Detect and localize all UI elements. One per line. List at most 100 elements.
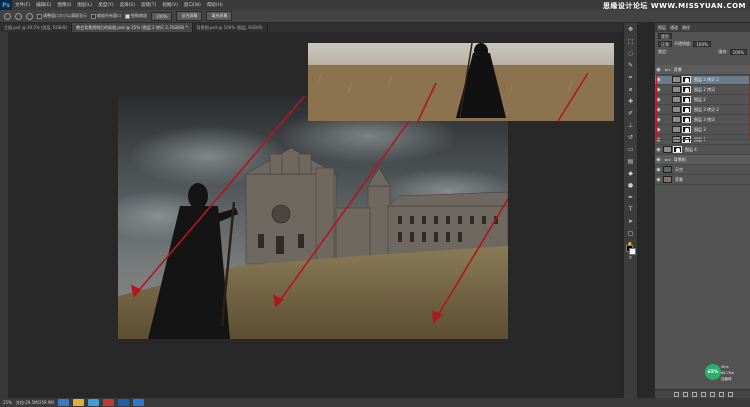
- fx-icon[interactable]: [682, 391, 688, 397]
- zoom-tool-icon[interactable]: [4, 12, 11, 20]
- layer-mask-thumbnail[interactable]: [682, 116, 691, 123]
- taskbar-app-icon[interactable]: [57, 399, 69, 406]
- eye-icon[interactable]: ◉: [655, 137, 662, 143]
- menu-view[interactable]: 视图(V): [159, 2, 181, 8]
- zoom-100-button[interactable]: 100%: [151, 11, 173, 21]
- trash-icon[interactable]: [727, 391, 733, 397]
- tab-channels[interactable]: 通道: [670, 25, 678, 31]
- menu-type[interactable]: 类型(Y): [95, 2, 116, 8]
- layer-mask-thumbnail[interactable]: [673, 146, 682, 153]
- layer-item[interactable]: ◉ 图层 3 拷贝: [655, 115, 750, 125]
- history-brush-icon[interactable]: ↺: [626, 133, 635, 142]
- layer-item[interactable]: ◉ 天空: [655, 165, 750, 175]
- move-tool-icon[interactable]: ✥: [626, 25, 635, 34]
- taskbar-app-icon[interactable]: [117, 399, 129, 406]
- tab-layers[interactable]: 图层: [658, 25, 666, 31]
- crop-tool-icon[interactable]: ⌗: [626, 73, 635, 82]
- layer-thumbnail: [672, 126, 681, 133]
- resize-windows-checkbox[interactable]: 调整窗口大小以满屏显示: [37, 13, 87, 19]
- layer-group-background[interactable]: ◉ ▸▭ 背景: [655, 65, 750, 75]
- zoom-all-windows-checkbox[interactable]: 缩放所有窗口: [91, 13, 121, 19]
- layer-thumbnail: [672, 136, 681, 143]
- eye-icon[interactable]: ◉: [655, 87, 662, 93]
- menu-window[interactable]: 窗口(W): [181, 2, 204, 8]
- eye-icon[interactable]: ◉: [655, 127, 662, 133]
- main-document-canvas[interactable]: [118, 96, 508, 339]
- menu-image[interactable]: 图像(I): [54, 2, 74, 8]
- zoom-readout[interactable]: 25%: [3, 400, 12, 405]
- menu-help[interactable]: 帮助(H): [204, 2, 226, 8]
- eye-icon[interactable]: ◉: [655, 167, 662, 173]
- layer-mask-thumbnail[interactable]: [682, 86, 691, 93]
- marquee-tool-icon[interactable]: ⬚: [626, 37, 635, 46]
- blend-row: 正常 不透明度: 100%: [655, 40, 750, 48]
- taskbar-app-icon[interactable]: [102, 399, 114, 406]
- eye-icon[interactable]: ◉: [655, 67, 662, 73]
- dodge-tool-icon[interactable]: ●: [626, 181, 635, 190]
- menu-filter[interactable]: 滤镜(T): [138, 2, 159, 8]
- layer-mask-thumbnail[interactable]: [682, 126, 691, 133]
- fit-screen-button[interactable]: 适合屏幕: [176, 11, 203, 21]
- healing-tool-icon[interactable]: ✚: [626, 97, 635, 106]
- fill-field[interactable]: 100%: [729, 49, 747, 55]
- eraser-tool-icon[interactable]: ▭: [626, 145, 635, 154]
- pen-tool-icon[interactable]: ✒: [626, 193, 635, 202]
- blend-mode-select[interactable]: 正常: [658, 41, 672, 47]
- opacity-field[interactable]: 100%: [693, 41, 711, 47]
- fill-screen-button[interactable]: 填充屏幕: [206, 11, 233, 21]
- background-color-swatch[interactable]: [629, 248, 636, 255]
- eye-icon[interactable]: ◉: [655, 117, 662, 123]
- brush-tool-icon[interactable]: ✐: [626, 109, 635, 118]
- menu-select[interactable]: 选择(S): [117, 2, 138, 8]
- tab-church-psd[interactable]: 教会背景透明后的抠图.psd @ 25% (图层 2 拷贝 2, RGB/8) …: [72, 23, 193, 32]
- menu-file[interactable]: 文件(F): [12, 2, 33, 8]
- layer-mask-thumbnail[interactable]: [682, 76, 691, 83]
- layer-item[interactable]: ◉ 背景: [655, 175, 750, 185]
- tab-background-psd[interactable]: 背景图.psd @ 100% (图层, RGB/8): [193, 23, 268, 32]
- stamp-tool-icon[interactable]: ⊥: [626, 121, 635, 130]
- scrubby-zoom-checkbox[interactable]: 细微缩放: [125, 13, 147, 19]
- menu-layer[interactable]: 图层(L): [74, 2, 95, 8]
- eye-icon[interactable]: ◉: [655, 147, 662, 153]
- layer-item[interactable]: ◉ 图层 3: [655, 125, 750, 135]
- new-group-icon[interactable]: [709, 391, 715, 397]
- layer-item[interactable]: ◉ 图层 2 拷贝: [655, 85, 750, 95]
- layer-mask-thumbnail[interactable]: [682, 96, 691, 103]
- layer-item[interactable]: ◉ 图层 1: [655, 135, 750, 145]
- layer-mask-thumbnail[interactable]: [682, 106, 691, 113]
- eye-icon[interactable]: ◉: [655, 77, 662, 83]
- eye-icon[interactable]: ◉: [655, 97, 662, 103]
- layer-item[interactable]: ◉ 图层 2: [655, 95, 750, 105]
- tab-main-psd[interactable]: 主图.psd @ 29.5% (图层, RGB/8): [0, 23, 73, 32]
- speed-badge[interactable]: 65%: [705, 364, 721, 380]
- gradient-tool-icon[interactable]: ▤: [626, 157, 635, 166]
- link-icon[interactable]: [673, 391, 679, 397]
- blur-tool-icon[interactable]: ◆: [626, 169, 635, 178]
- path-select-icon[interactable]: ➤: [626, 217, 635, 226]
- taskbar-app-icon[interactable]: [132, 399, 144, 406]
- shape-tool-icon[interactable]: ▢: [626, 229, 635, 238]
- eye-icon[interactable]: ◉: [655, 177, 662, 183]
- layer-item[interactable]: ◉ 图层 3 拷贝 2: [655, 105, 750, 115]
- new-layer-icon[interactable]: [718, 391, 724, 397]
- eye-icon[interactable]: ◉: [655, 157, 662, 163]
- menu-edit[interactable]: 编辑(E): [33, 2, 54, 8]
- tab-paths[interactable]: 路径: [682, 25, 690, 31]
- taskbar-app-icon[interactable]: [72, 399, 84, 406]
- mask-icon[interactable]: [691, 391, 697, 397]
- background-document-canvas[interactable]: [308, 43, 614, 121]
- eye-icon[interactable]: ◉: [655, 107, 662, 113]
- type-tool-icon[interactable]: T: [626, 205, 635, 214]
- taskbar-app-icon[interactable]: [87, 399, 99, 406]
- layer-mask-thumbnail[interactable]: [682, 136, 691, 143]
- zoom-in-icon[interactable]: [15, 12, 22, 20]
- quick-select-tool-icon[interactable]: ✎: [626, 61, 635, 70]
- kind-filter-select[interactable]: 类型: [658, 33, 672, 39]
- lasso-tool-icon[interactable]: ◌: [626, 49, 635, 58]
- eyedropper-tool-icon[interactable]: ⌀: [626, 85, 635, 94]
- layer-item[interactable]: ◉ 图层 2 拷贝 2: [655, 75, 750, 85]
- layer-item[interactable]: ◉ 图层 4: [655, 145, 750, 155]
- zoom-out-icon[interactable]: [26, 12, 33, 20]
- adjustment-icon[interactable]: [700, 391, 706, 397]
- layer-group-trees[interactable]: ◉ ▸▭ 背景树: [655, 155, 750, 165]
